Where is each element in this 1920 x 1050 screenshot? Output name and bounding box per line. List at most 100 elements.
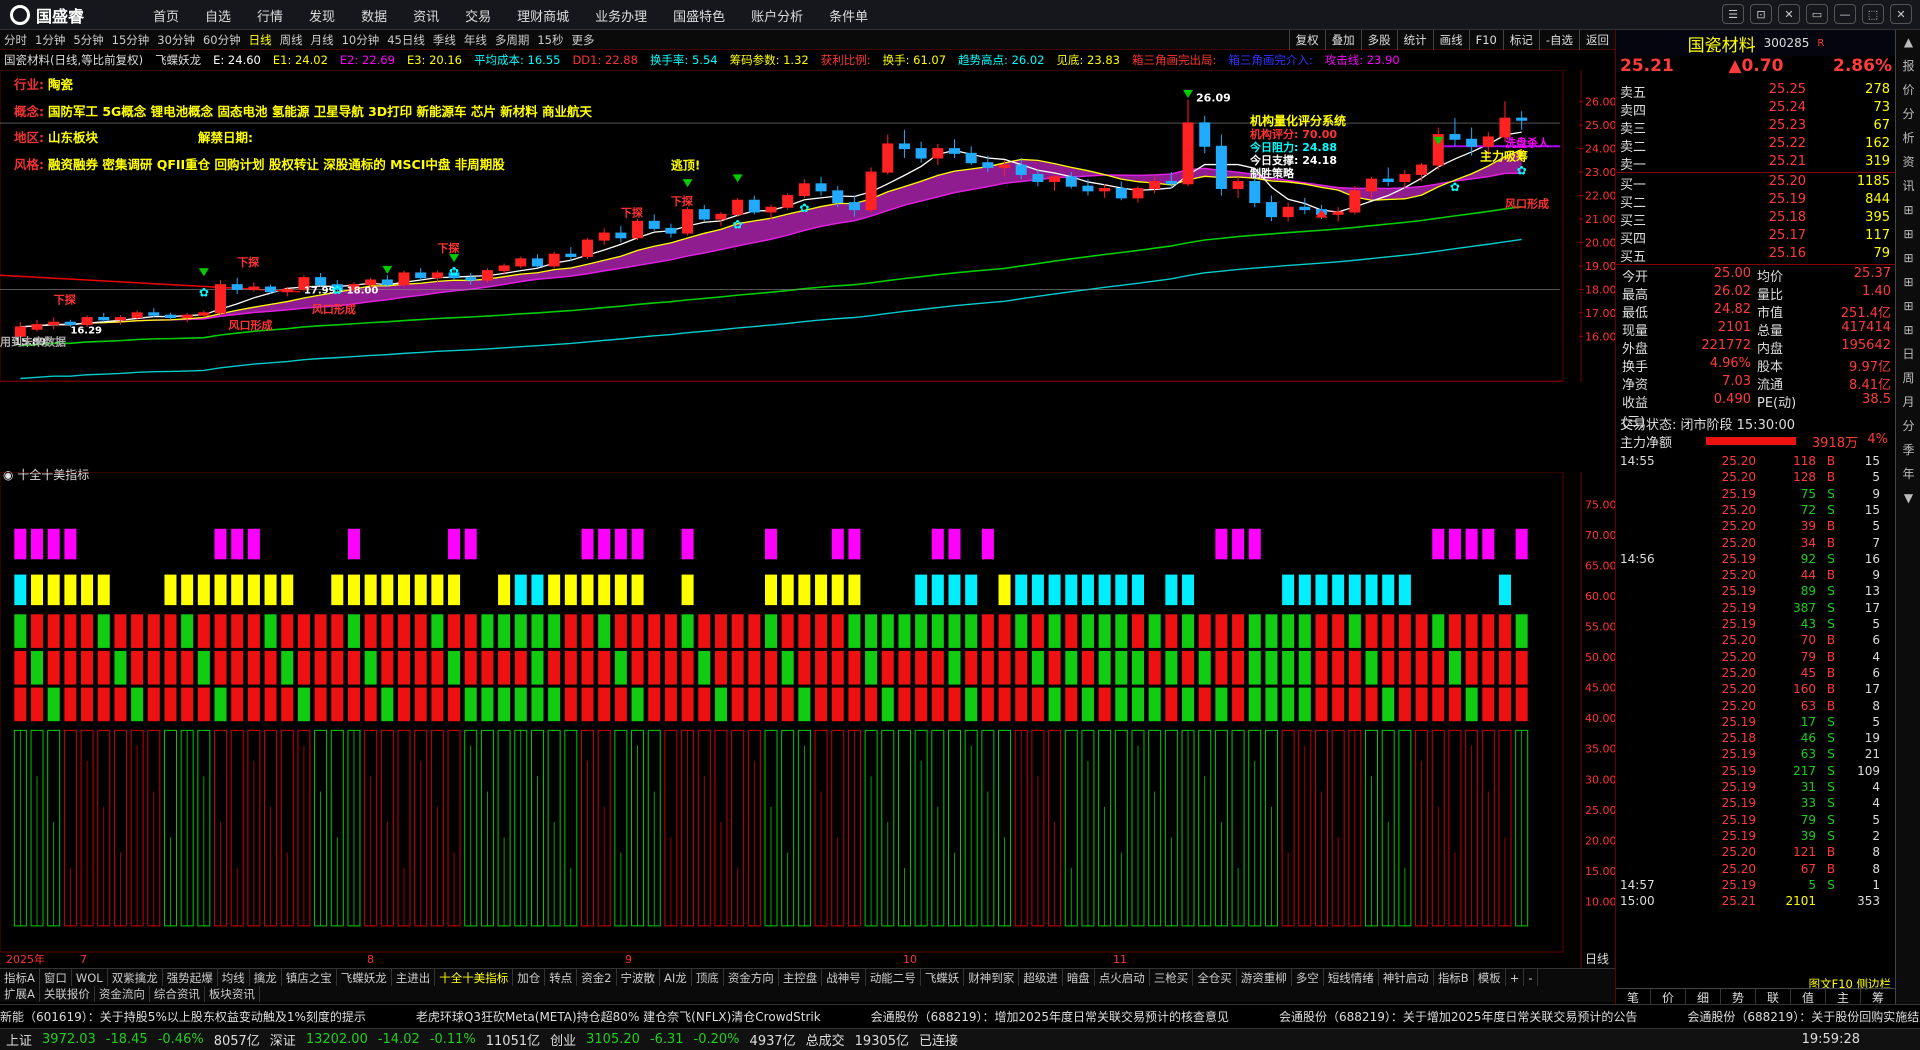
ext-tab-0[interactable]: 扩展A [0,986,40,1002]
menu-item-5[interactable]: 资讯 [400,6,452,25]
chart-tool-8[interactable]: 返回 [1579,30,1615,50]
menu-item-6[interactable]: 交易 [452,6,504,25]
sidebar-icon-8[interactable]: ⊞ [1896,222,1920,246]
indicator-tab-29[interactable]: 多空 [1292,969,1324,986]
indicator-tab-19[interactable]: 战神号 [822,969,866,986]
sub-indicator-chart[interactable]: 75.00 70.00 65.00 60.00 55.00 50.00 45.00 40.00… [0,472,1615,968]
sidebar-icon-19[interactable]: ▼ [1896,486,1920,510]
asks-row[interactable]: 卖二 25.22 162 [1616,136,1896,155]
period-tab-11[interactable]: 季线 [429,32,460,48]
menu-item-4[interactable]: 数据 [348,6,400,25]
window-button-icon-0[interactable]: ☰ [1722,4,1744,24]
chart-tool-0[interactable]: 复权 [1288,30,1325,50]
window-button-icon-3[interactable]: ▭ [1806,4,1828,24]
period-tab-5[interactable]: 60分钟 [199,32,245,48]
indicator-tab-21[interactable]: 飞蝶妖 [921,969,965,986]
panel-tab-1[interactable]: 价 [1651,989,1686,1005]
indicator-tab-30[interactable]: 短线情绪 [1324,969,1379,986]
ticker-item-4[interactable]: 会通股份（688219）：关于股份回购实施结果暨股份变动的 [1687,1010,1920,1024]
menu-item-11[interactable]: 条件单 [816,6,881,25]
panel-tab-7[interactable]: 筹 [1861,989,1896,1005]
chart-tool-3[interactable]: 统计 [1396,30,1433,50]
period-tab-12[interactable]: 年线 [460,32,491,48]
indicator-tab-6[interactable]: 擒龙 [250,969,282,986]
menu-item-3[interactable]: 发现 [296,6,348,25]
menu-item-0[interactable]: 首页 [140,6,192,25]
indicator-tab-2[interactable]: WOL [72,969,108,986]
sidebar-icon-9[interactable]: ⊞ [1896,246,1920,270]
indicator-tab-26[interactable]: 三枪买 [1150,969,1194,986]
period-tab-14[interactable]: 15秒 [533,32,567,48]
ext-tab-4[interactable]: 板块资讯 [205,986,260,1002]
indicator-tab-28[interactable]: 游资重柳 [1237,969,1292,986]
indicator-tab-8[interactable]: 飞蝶妖龙 [337,969,392,986]
window-button-icon-2[interactable]: ✕ [1778,4,1800,24]
indicator-tab-25[interactable]: 点火启动 [1095,969,1150,986]
indicator-tab-32[interactable]: 指标B [1434,969,1474,986]
sidebar-icon-1[interactable]: 报 [1896,54,1920,78]
indicator-tab-17[interactable]: 资金方向 [724,969,779,986]
indicator-tab-11[interactable]: 加仓 [513,969,546,986]
ticker-item-0[interactable]: 新能（601619）：关于持股5%以上股东权益变动触及1%刻度的提示 [0,1010,366,1024]
period-tab-15[interactable]: 更多 [568,32,599,48]
indicator-tab-15[interactable]: AI龙 [660,969,692,986]
period-tab-13[interactable]: 多周期 [491,32,534,48]
chart-tool-1[interactable]: 叠加 [1324,30,1361,50]
sidebar-icon-12[interactable]: ⊞ [1896,318,1920,342]
sidebar-icon-14[interactable]: 周 [1896,366,1920,390]
indicator-tab-10[interactable]: 十全十美指标 [435,969,514,986]
asks-row[interactable]: 卖四 25.24 73 [1616,100,1896,119]
period-tab-0[interactable]: 分时 [0,32,31,48]
period-tab-4[interactable]: 30分钟 [153,32,199,48]
indicator-tab-7[interactable]: 镇店之宝 [282,969,337,986]
ticker-item-3[interactable]: 会通股份（688219）：关于增加2025年度日常关联交易预计的公告 [1279,1010,1637,1024]
panel-tab-5[interactable]: 值 [1791,989,1826,1005]
indicator-tab-14[interactable]: 宁波散 [617,969,661,986]
indicator-tab-5[interactable]: 均线 [218,969,250,986]
panel-tab-6[interactable]: 主 [1826,989,1861,1005]
chart-tool-6[interactable]: 标记 [1502,30,1539,50]
period-tab-9[interactable]: 10分钟 [338,32,384,48]
menu-item-9[interactable]: 国盛特色 [660,6,738,25]
sidebar-icon-18[interactable]: 年 [1896,462,1920,486]
ext-tab-3[interactable]: 综合资讯 [150,986,205,1002]
indicator-tab-24[interactable]: 暗盘 [1063,969,1095,986]
bids-row[interactable]: 买二 25.19 844 [1616,192,1896,211]
window-button-icon-1[interactable]: ⊡ [1750,4,1772,24]
panel-tab-3[interactable]: 势 [1721,989,1756,1005]
period-tab-6[interactable]: 日线 [245,32,276,48]
panel-tab-0[interactable]: 笔 [1616,989,1651,1005]
sidebar-icon-7[interactable]: ⊞ [1896,198,1920,222]
indicator-tab-4[interactable]: 强势起爆 [163,969,218,986]
sidebar-icon-0[interactable]: ▲ [1896,30,1920,54]
indicator-tab-20[interactable]: 动能二号 [866,969,921,986]
indicator-tab-27[interactable]: 全仓买 [1193,969,1237,986]
sidebar-icon-10[interactable]: ⊞ [1896,270,1920,294]
sidebar-icon-16[interactable]: 分 [1896,414,1920,438]
news-ticker[interactable]: 新能（601619）：关于持股5%以上股东权益变动触及1%刻度的提示 老虎环球Q3… [0,1004,1920,1028]
indicator-tab-22[interactable]: 财神到家 [964,969,1020,986]
menu-item-2[interactable]: 行情 [244,6,296,25]
window-button-icon-5[interactable]: ⬚ [1862,4,1884,24]
bids-row[interactable]: 买一 25.20 1185 [1616,174,1896,193]
chart-tool-4[interactable]: 画线 [1432,30,1469,50]
panel-tab-4[interactable]: 联 [1756,989,1791,1005]
sidebar-icon-2[interactable]: 价 [1896,78,1920,102]
period-tab-2[interactable]: 5分钟 [69,32,107,48]
period-tab-10[interactable]: 45日线 [383,32,429,48]
asks-row[interactable]: 卖三 25.23 67 [1616,118,1896,137]
sidebar-icon-15[interactable]: 月 [1896,390,1920,414]
bids-row[interactable]: 买三 25.18 395 [1616,210,1896,229]
period-tab-3[interactable]: 15分钟 [108,32,154,48]
indicator-tab-31[interactable]: 神针启动 [1379,969,1434,986]
menu-item-7[interactable]: 理财商城 [504,6,582,25]
sidebar-icon-4[interactable]: 析 [1896,126,1920,150]
ext-tab-2[interactable]: 资金流向 [95,986,150,1002]
indicator-tab-12[interactable]: 转点 [545,969,578,986]
sidebar-icon-13[interactable]: 日 [1896,342,1920,366]
ticker-item-2[interactable]: 会通股份（688219）：增加2025年度日常关联交易预计的核查意见 [871,1010,1229,1024]
sidebar-icon-17[interactable]: 季 [1896,438,1920,462]
indicator-tab-23[interactable]: 超级进 [1019,969,1063,986]
asks-row[interactable]: 卖一 25.21 319 [1616,154,1896,173]
menu-item-1[interactable]: 自选 [192,6,244,25]
